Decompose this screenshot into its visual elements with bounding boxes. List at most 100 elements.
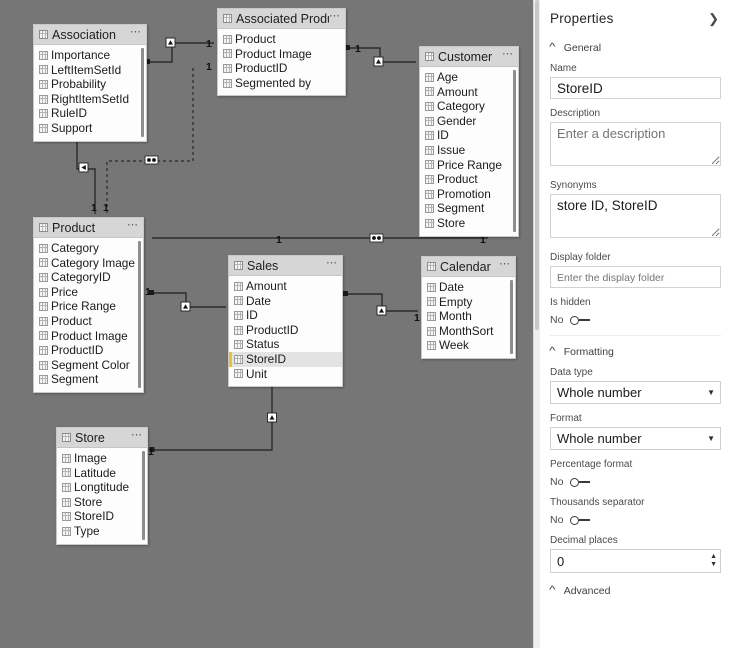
is-hidden-toggle-row[interactable]: No [550, 314, 721, 326]
model-diagram-canvas[interactable]: .ln{stroke:#2b2b2b;stroke-width:1.4;fill… [0, 0, 533, 648]
more-options-icon[interactable]: ⋯ [130, 27, 142, 43]
section-header-advanced[interactable]: ^ Advanced [550, 585, 721, 597]
section-header-general[interactable]: ^ General [550, 42, 721, 54]
field-row[interactable]: LeftItemSetId [34, 63, 146, 78]
more-options-icon[interactable]: ⋯ [326, 258, 338, 274]
field-row[interactable]: Segmented by [218, 76, 345, 91]
field-row[interactable]: Product Image [34, 329, 143, 344]
more-options-icon[interactable]: ⋯ [499, 259, 511, 275]
field-row[interactable]: Type [57, 524, 147, 539]
field-row[interactable]: StoreID [229, 352, 342, 367]
percentage-format-toggle-row[interactable]: No [550, 476, 721, 488]
field-row[interactable]: Status [229, 337, 342, 352]
field-row[interactable]: Date [229, 294, 342, 309]
field-row[interactable]: MonthSort [422, 324, 515, 339]
field-row[interactable]: Price [34, 285, 143, 300]
stepper-arrows[interactable]: ▲ ▼ [710, 554, 717, 568]
field-row[interactable]: ID [420, 128, 518, 143]
field-row[interactable]: ProductID [229, 323, 342, 338]
table-scrollbar[interactable] [138, 241, 141, 388]
toggle-switch-icon[interactable] [570, 316, 590, 325]
table-card-associated-product[interactable]: Associated Product⋯ ProductProduct ImageP… [217, 8, 346, 96]
field-row[interactable]: StoreID [57, 509, 147, 524]
field-row[interactable]: Week [422, 338, 515, 353]
field-row[interactable]: Age [420, 70, 518, 85]
field-row[interactable]: Product [218, 32, 345, 47]
chevron-right-icon[interactable]: ❯ [708, 12, 721, 25]
table-card-sales[interactable]: Sales⋯ AmountDateIDProductIDStatusStoreID… [228, 255, 343, 387]
table-header[interactable]: Calendar⋯ [422, 257, 515, 277]
field-icon [234, 326, 243, 335]
table-header[interactable]: Customer⋯ [420, 47, 518, 67]
field-row[interactable]: CategoryID [34, 270, 143, 285]
field-row[interactable]: Product [420, 172, 518, 187]
field-row[interactable]: Empty [422, 295, 515, 310]
more-options-icon[interactable]: ⋯ [131, 430, 143, 446]
field-row[interactable]: Store [57, 495, 147, 510]
name-field[interactable] [550, 77, 721, 99]
table-card-product[interactable]: Product⋯CategoryCategory ImageCategoryID… [33, 217, 144, 393]
field-row[interactable]: Amount [229, 279, 342, 294]
toggle-switch-icon[interactable] [570, 478, 590, 487]
toggle-switch-icon[interactable] [570, 516, 590, 525]
field-row[interactable]: Unit [229, 367, 342, 382]
synonyms-field[interactable] [550, 194, 721, 238]
description-field[interactable] [550, 122, 721, 166]
field-row[interactable]: Longtitude [57, 480, 147, 495]
table-header[interactable]: Product⋯ [34, 218, 143, 238]
table-header[interactable]: Association⋯ [34, 25, 146, 45]
table-scrollbar[interactable] [513, 70, 516, 232]
field-row[interactable]: Image [57, 451, 147, 466]
field-row[interactable]: Segment [420, 201, 518, 216]
table-card-customer[interactable]: Customer⋯AgeAmountCategoryGenderIDIssueP… [419, 46, 519, 237]
field-row[interactable]: Month [422, 309, 515, 324]
table-scrollbar[interactable] [510, 280, 513, 354]
data-type-select[interactable]: Whole number ▼ [550, 381, 721, 404]
stepper-down-icon[interactable]: ▼ [710, 562, 717, 568]
field-row[interactable]: Support [34, 121, 146, 136]
table-header[interactable]: Store⋯ [57, 428, 147, 448]
field-row[interactable]: Price Range [34, 299, 143, 314]
stepper-up-icon[interactable]: ▲ [710, 554, 717, 560]
field-row[interactable]: Segment [34, 372, 143, 387]
table-card-store[interactable]: Store⋯ ImageLatitudeLongtitudeStoreStoreI… [56, 427, 148, 545]
field-row[interactable]: Segment Color [34, 358, 143, 373]
field-row[interactable]: Product Image [218, 47, 345, 62]
more-options-icon[interactable]: ⋯ [502, 49, 514, 65]
field-row[interactable]: Category [34, 241, 143, 256]
thousands-separator-toggle-row[interactable]: No [550, 514, 721, 526]
format-select[interactable]: Whole number ▼ [550, 427, 721, 450]
field-row[interactable]: ProductID [34, 343, 143, 358]
more-options-icon[interactable]: ⋯ [127, 220, 139, 236]
field-row[interactable]: Store [420, 216, 518, 231]
more-options-icon[interactable]: ⋯ [329, 11, 341, 27]
field-row[interactable]: Price Range [420, 158, 518, 173]
field-row[interactable]: Amount [420, 85, 518, 100]
field-row[interactable]: Category [420, 99, 518, 114]
properties-scrollbar-track[interactable] [534, 0, 540, 648]
field-row[interactable]: RuleID [34, 106, 146, 121]
field-row[interactable]: Importance [34, 48, 146, 63]
field-row[interactable]: Category Image [34, 256, 143, 271]
table-scrollbar[interactable] [142, 451, 145, 540]
section-header-formatting[interactable]: ^ Formatting [550, 346, 721, 358]
table-scrollbar[interactable] [141, 48, 144, 137]
decimal-places-stepper[interactable]: 0 ▲ ▼ [550, 549, 721, 573]
field-row[interactable]: Issue [420, 143, 518, 158]
field-row[interactable]: Promotion [420, 187, 518, 202]
table-card-calendar[interactable]: Calendar⋯ DateEmptyMonthMonthSortWeek [421, 256, 516, 359]
field-row[interactable]: Date [422, 280, 515, 295]
field-row[interactable]: Product [34, 314, 143, 329]
field-row[interactable]: RightItemSetId [34, 92, 146, 107]
field-row[interactable]: ID [229, 308, 342, 323]
field-row[interactable]: ProductID [218, 61, 345, 76]
table-header[interactable]: Associated Product⋯ [218, 9, 345, 29]
field-row[interactable]: Latitude [57, 466, 147, 481]
table-card-association[interactable]: Association⋯ ImportanceLeftItemSetIdProba… [33, 24, 147, 142]
field-row[interactable]: Gender [420, 114, 518, 129]
table-header[interactable]: Sales⋯ [229, 256, 342, 276]
properties-panel[interactable]: Properties ❯ ^ General Name Description … [533, 0, 729, 648]
field-row[interactable]: Probability [34, 77, 146, 92]
display-folder-field[interactable] [550, 266, 721, 288]
properties-scrollbar-thumb[interactable] [535, 0, 539, 330]
